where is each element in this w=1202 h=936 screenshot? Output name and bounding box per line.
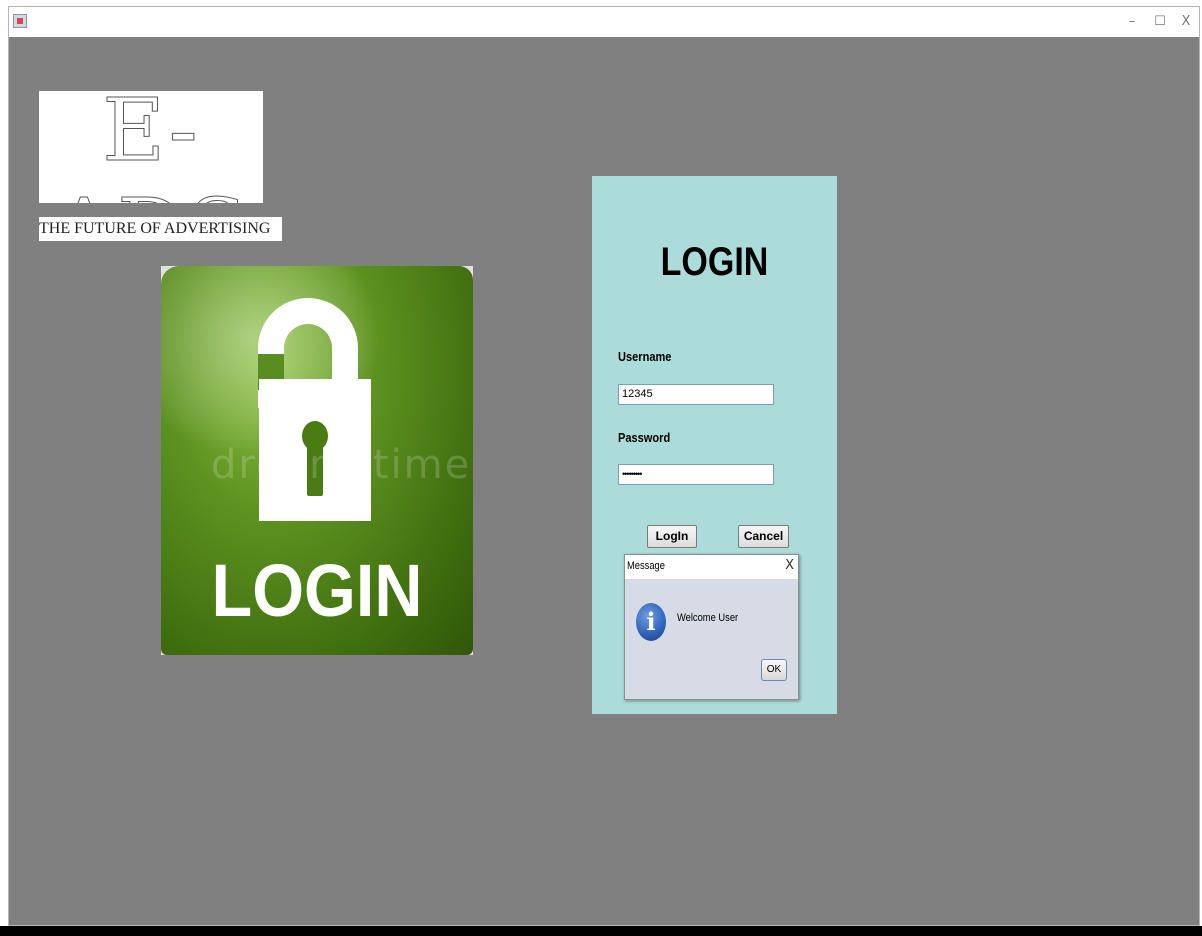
minimize-button[interactable]: – bbox=[1123, 13, 1141, 31]
login-lock-image: dreamstime. LOGIN bbox=[161, 266, 473, 655]
username-label: Username bbox=[618, 349, 672, 364]
eads-logo: E-ADS bbox=[39, 91, 263, 203]
password-input[interactable]: ••••••••• bbox=[618, 464, 774, 485]
image-watermark: dreamstime. bbox=[211, 442, 473, 488]
message-dialog: Message X i Welcome User OK bbox=[624, 554, 799, 700]
logo-text: E-ADS bbox=[53, 91, 248, 203]
java-app-icon bbox=[13, 14, 27, 28]
tagline-banner: THE FUTURE OF ADVERTISING bbox=[39, 217, 282, 241]
close-button[interactable]: X bbox=[1177, 13, 1195, 31]
dialog-close-button[interactable]: X bbox=[785, 558, 794, 573]
window-titlebar[interactable]: – ☐ X bbox=[9, 7, 1199, 37]
info-icon: i bbox=[636, 603, 666, 641]
username-input[interactable]: 12345 bbox=[618, 384, 774, 405]
tagline-text: THE FUTURE OF ADVERTISING bbox=[39, 220, 271, 237]
dialog-titlebar[interactable]: Message X bbox=[625, 555, 798, 579]
cancel-button[interactable]: Cancel bbox=[738, 525, 789, 548]
login-title: LOGIN bbox=[660, 240, 769, 284]
login-button[interactable]: LogIn bbox=[647, 525, 697, 548]
maximize-button[interactable]: ☐ bbox=[1151, 13, 1169, 31]
lock-image-label: LOGIN bbox=[211, 549, 423, 632]
dialog-message: Welcome User bbox=[677, 612, 739, 624]
password-label: Password bbox=[618, 430, 671, 445]
bottom-edge bbox=[0, 926, 1202, 936]
dialog-title: Message bbox=[627, 560, 665, 572]
app-window: – ☐ X E-ADS THE FUTURE OF ADVERTISING dr… bbox=[8, 6, 1200, 926]
ok-button[interactable]: OK bbox=[761, 659, 787, 681]
